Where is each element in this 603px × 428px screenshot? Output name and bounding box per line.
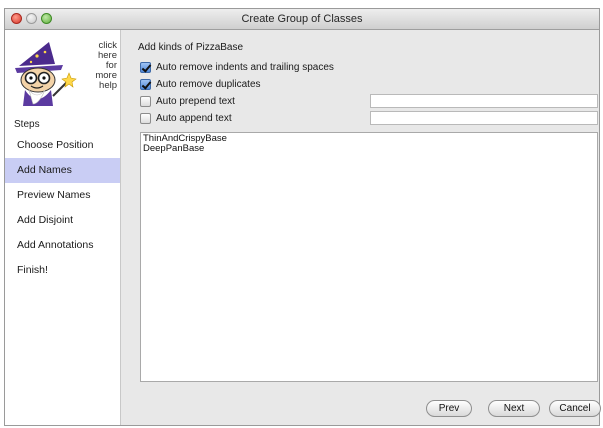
window-title: Create Group of Classes — [241, 13, 363, 25]
prepend-text-field[interactable] — [370, 94, 598, 108]
step-preview-names[interactable]: Preview Names — [5, 183, 120, 208]
name-entry: ThinAndCrispyBase — [143, 133, 227, 144]
title-bar[interactable]: Create Group of Classes — [5, 9, 599, 30]
cancel-button[interactable]: Cancel — [549, 400, 601, 417]
append-text-field[interactable] — [370, 111, 598, 125]
step-add-annotations[interactable]: Add Annotations — [5, 233, 120, 258]
name-entry: DeepPanBase — [143, 143, 205, 154]
remove-duplicates-label: Auto remove duplicates — [156, 79, 261, 90]
step-add-disjoint[interactable]: Add Disjoint — [5, 208, 120, 233]
names-textarea[interactable]: ThinAndCrispyBase DeepPanBase — [140, 132, 598, 382]
remove-indents-checkbox[interactable] — [140, 62, 151, 73]
remove-duplicates-checkbox[interactable] — [140, 79, 151, 90]
wizard-sidebar: click here for more help Steps Choose Po… — [5, 30, 121, 425]
steps-list: Choose Position Add Names Preview Names … — [5, 133, 120, 283]
remove-indents-label: Auto remove indents and trailing spaces — [156, 62, 334, 73]
help-link[interactable]: click here for more help — [85, 41, 117, 91]
prepend-text-checkbox[interactable] — [140, 96, 151, 107]
append-text-label: Auto append text — [156, 113, 232, 124]
main-panel: Add kinds of PizzaBase Auto remove inden… — [121, 30, 601, 425]
next-button[interactable]: Next — [488, 400, 540, 417]
step-choose-position[interactable]: Choose Position — [5, 133, 120, 158]
section-heading: Add kinds of PizzaBase — [138, 42, 244, 53]
prepend-text-label: Auto prepend text — [156, 96, 235, 107]
wizard-icon — [15, 42, 77, 106]
option-remove-duplicates[interactable]: Auto remove duplicates — [140, 78, 261, 91]
dialog-window: Create Group of Classes click here for m… — [4, 8, 601, 426]
prev-button[interactable]: Prev — [426, 400, 472, 417]
steps-heading: Steps — [14, 119, 40, 130]
option-append-text[interactable]: Auto append text — [140, 112, 232, 125]
append-text-checkbox[interactable] — [140, 113, 151, 124]
option-prepend-text[interactable]: Auto prepend text — [140, 95, 235, 108]
option-remove-indents[interactable]: Auto remove indents and trailing spaces — [140, 61, 334, 74]
step-add-names[interactable]: Add Names — [5, 158, 120, 183]
step-finish[interactable]: Finish! — [5, 258, 120, 283]
